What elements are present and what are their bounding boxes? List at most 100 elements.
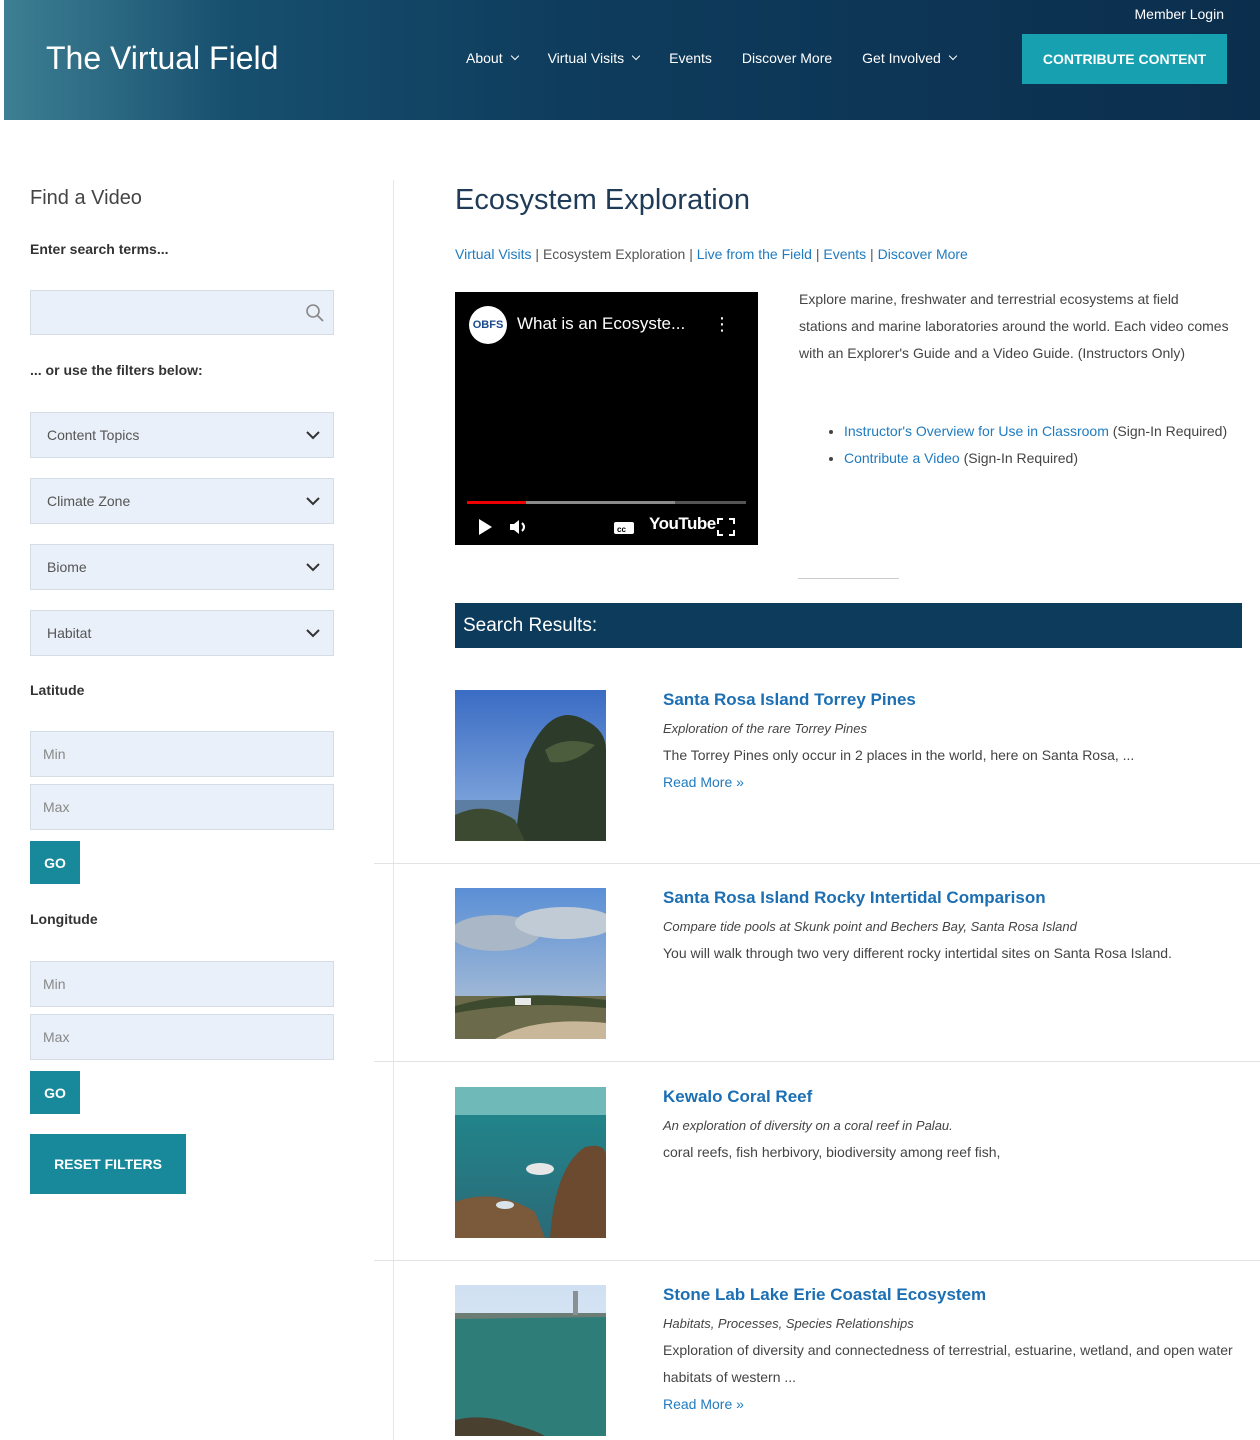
select-value: Climate Zone xyxy=(47,493,131,509)
divider xyxy=(798,578,899,579)
result-excerpt-text: Exploration of diversity and connectedne… xyxy=(663,1342,1233,1385)
result-thumbnail[interactable] xyxy=(455,1087,606,1238)
contribute-content-button[interactable]: CONTRIBUTE CONTENT xyxy=(1022,34,1227,84)
result-title-link[interactable]: Stone Lab Lake Erie Coastal Ecosystem xyxy=(663,1285,986,1305)
result-title-link[interactable]: Kewalo Coral Reef xyxy=(663,1087,812,1107)
chevron-down-icon xyxy=(948,51,958,61)
svg-text:cc: cc xyxy=(617,525,626,534)
play-icon[interactable] xyxy=(477,518,493,536)
link-suffix: (Sign-In Required) xyxy=(959,450,1078,466)
list-item: Contribute a Video (Sign-In Required) xyxy=(844,445,1234,472)
result-thumbnail[interactable] xyxy=(455,690,606,841)
row-divider xyxy=(374,1061,1260,1062)
search-results-heading: Search Results: xyxy=(455,603,1242,648)
breadcrumb-current: Ecosystem Exploration xyxy=(542,246,686,262)
sidebar-title: Find a Video xyxy=(30,187,142,209)
read-more-link[interactable]: Read More » xyxy=(663,1391,1242,1418)
latitude-label: Latitude xyxy=(30,682,85,698)
result-excerpt-text: coral reefs, fish herbivory, biodiversit… xyxy=(663,1144,1001,1160)
contribute-video-link[interactable]: Contribute a Video xyxy=(844,450,960,466)
sidebar: Find a Video Enter search terms... ... o… xyxy=(30,180,334,1194)
breadcrumb-live-from-the-field[interactable]: Live from the Field xyxy=(697,246,812,262)
nav-label: About xyxy=(466,50,503,66)
chevron-down-icon xyxy=(306,629,320,638)
volume-icon[interactable] xyxy=(509,518,531,536)
nav-item-get-involved[interactable]: Get Involved xyxy=(862,50,958,66)
select-value: Habitat xyxy=(47,625,92,641)
longitude-go-button[interactable]: GO xyxy=(30,1071,80,1114)
site-title[interactable]: The Virtual Field xyxy=(46,40,278,77)
breadcrumb-discover-more[interactable]: Discover More xyxy=(878,246,968,262)
latitude-min-input[interactable]: Min xyxy=(30,731,334,777)
result-excerpt-text: The Torrey Pines only occur in 2 places … xyxy=(663,747,1135,763)
list-item: Instructor's Overview for Use in Classro… xyxy=(844,418,1234,445)
main-content: Ecosystem Exploration Virtual Visits | E… xyxy=(455,180,1242,648)
select-value: Content Topics xyxy=(47,427,140,443)
video-player[interactable]: OBFS What is an Ecosyste... ⋮ cc YouTube xyxy=(455,292,758,545)
result-title-link[interactable]: Santa Rosa Island Rocky Intertidal Compa… xyxy=(663,888,1046,908)
captions-icon[interactable]: cc xyxy=(613,520,635,536)
member-login-link[interactable]: Member Login xyxy=(1135,6,1225,22)
nav-label: Discover More xyxy=(741,50,833,66)
breadcrumb-virtual-visits[interactable]: Virtual Visits xyxy=(455,246,532,262)
search-label: Enter search terms... xyxy=(30,241,169,257)
filters-label: ... or use the filters below: xyxy=(30,362,203,378)
nav-label: Events xyxy=(669,50,712,66)
result-excerpt: The Torrey Pines only occur in 2 places … xyxy=(663,742,1242,796)
result-excerpt: Exploration of diversity and connectedne… xyxy=(663,1337,1242,1418)
biome-select[interactable]: Biome xyxy=(30,544,334,590)
nav-label: Virtual Visits xyxy=(547,50,625,66)
nav-item-events[interactable]: Events xyxy=(669,50,712,66)
result-thumbnail[interactable] xyxy=(455,888,606,1039)
nav-label: Get Involved xyxy=(862,50,941,66)
nav-item-virtual-visits[interactable]: Virtual Visits xyxy=(547,50,641,66)
instructor-overview-link[interactable]: Instructor's Overview for Use in Classro… xyxy=(844,423,1109,439)
result-excerpt: coral reefs, fish herbivory, biodiversit… xyxy=(663,1139,1242,1166)
climate-zone-select[interactable]: Climate Zone xyxy=(30,478,334,524)
breadcrumb: Virtual Visits | Ecosystem Exploration |… xyxy=(455,246,968,262)
link-suffix: (Sign-In Required) xyxy=(1108,423,1228,439)
breadcrumb-events[interactable]: Events xyxy=(823,246,866,262)
longitude-max-input[interactable]: Max xyxy=(30,1014,334,1060)
latitude-max-input[interactable]: Max xyxy=(30,784,334,830)
fullscreen-icon[interactable] xyxy=(717,518,735,536)
habitat-select[interactable]: Habitat xyxy=(30,610,334,656)
result-subtitle: An exploration of diversity on a coral r… xyxy=(663,1118,953,1133)
result-subtitle: Exploration of the rare Torrey Pines xyxy=(663,721,868,736)
main-nav: About Virtual Visits Events Discover Mor… xyxy=(466,50,986,66)
read-more-link[interactable]: Read More » xyxy=(663,769,1242,796)
video-title[interactable]: What is an Ecosyste... xyxy=(517,314,685,334)
longitude-label: Longitude xyxy=(30,911,98,927)
result-excerpt-text: You will walk through two very different… xyxy=(663,945,1172,961)
nav-item-discover-more[interactable]: Discover More xyxy=(742,50,832,66)
more-vertical-icon[interactable]: ⋮ xyxy=(713,314,731,335)
page-title: Ecosystem Exploration xyxy=(455,184,750,216)
longitude-min-input[interactable]: Min xyxy=(30,961,334,1007)
select-value: Biome xyxy=(47,559,87,575)
result-excerpt: You will walk through two very different… xyxy=(663,940,1242,967)
result-thumbnail[interactable] xyxy=(455,1285,606,1436)
result-subtitle: Compare tide pools at Skunk point and Be… xyxy=(663,919,1077,934)
content-topics-select[interactable]: Content Topics xyxy=(30,412,334,458)
sidebar-divider xyxy=(393,180,394,1440)
page-description: Explore marine, freshwater and terrestri… xyxy=(799,291,1229,361)
search-input[interactable] xyxy=(30,290,334,335)
latitude-go-button[interactable]: GO xyxy=(30,841,80,884)
result-title-link[interactable]: Santa Rosa Island Torrey Pines xyxy=(663,690,916,710)
reset-filters-button[interactable]: RESET FILTERS xyxy=(30,1134,186,1194)
row-divider xyxy=(374,863,1260,864)
row-divider xyxy=(374,1260,1260,1261)
resource-links: Instructor's Overview for Use in Classro… xyxy=(844,418,1234,472)
chevron-down-icon xyxy=(510,51,519,61)
nav-item-about[interactable]: About xyxy=(466,50,519,66)
youtube-logo[interactable]: YouTube xyxy=(649,514,716,534)
chevron-down-icon xyxy=(631,51,641,61)
search-icon[interactable] xyxy=(305,303,325,323)
chevron-down-icon xyxy=(306,431,320,440)
chevron-down-icon xyxy=(306,497,320,506)
result-subtitle: Habitats, Processes, Species Relationshi… xyxy=(663,1316,914,1331)
progress-played xyxy=(467,501,526,504)
site-header: The Virtual Field Member Login About Vir… xyxy=(4,0,1260,120)
chevron-down-icon xyxy=(306,563,320,572)
channel-logo[interactable]: OBFS xyxy=(469,306,507,344)
